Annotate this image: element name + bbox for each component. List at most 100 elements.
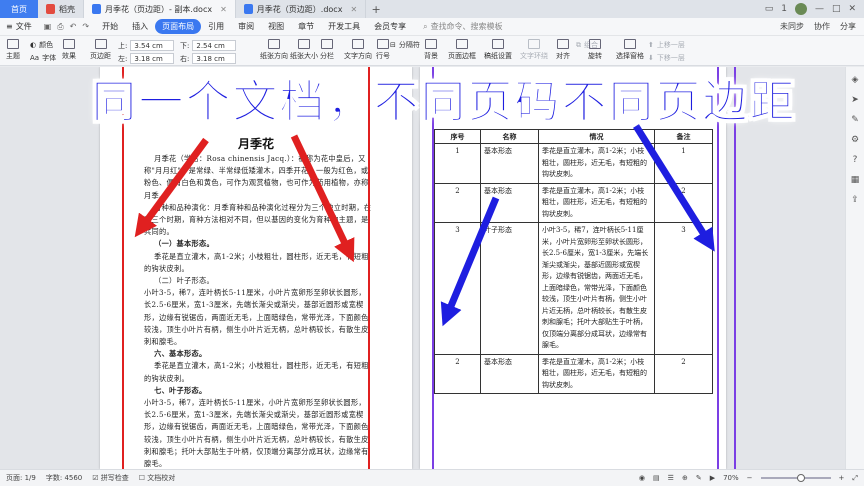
table-row[interactable]: 3 叶子形态 小叶3-5，稀7，连叶柄长5-11厘米，小叶片宽卵形至卵状长圆形，长2… [434, 222, 713, 355]
page-view-icon[interactable]: ▤ [653, 474, 660, 482]
orientation-button[interactable]: 纸张方向 [260, 39, 288, 61]
tab-doc[interactable]: 月季花（页边距）.docx ✕ [236, 0, 367, 18]
fonts-button[interactable]: Aa 字体 [30, 53, 56, 63]
collaborate-button[interactable]: 协作 [814, 21, 830, 32]
sync-status[interactable]: 未同步 [780, 21, 804, 32]
table-row[interactable]: 1 基本形态 季花是直立灌木，高1-2米；小枝粗壮，圆柱形，近无毛，有短粗的钩状皮刺… [434, 143, 713, 184]
paper-size-button[interactable]: 纸张大小 [290, 39, 318, 61]
background-button[interactable]: 背景 [424, 39, 438, 61]
zoom-slider[interactable] [760, 474, 831, 482]
minimize-icon[interactable]: — [815, 4, 824, 14]
rotate-button[interactable]: 旋转 [588, 39, 602, 61]
breaks-button[interactable]: ⊟ 分隔符 [390, 40, 420, 50]
share-button[interactable]: 分享 [840, 21, 856, 32]
fit-page-icon[interactable]: ⤢ [852, 474, 858, 483]
word-count[interactable]: 字数: 4560 [46, 473, 82, 483]
zoom-out-icon[interactable]: − [747, 474, 753, 482]
cell-note[interactable]: 1 [654, 143, 713, 184]
redo-icon[interactable]: ↷ [82, 22, 89, 32]
maximize-icon[interactable]: □ [832, 4, 841, 14]
body-paragraph[interactable]: 六、基本形态。 [144, 348, 372, 360]
cell-no[interactable]: 3 [434, 222, 481, 355]
cell-name[interactable]: 基本形态 [480, 353, 539, 394]
left-margin-input[interactable]: 3.18 cm [130, 53, 175, 64]
spell-check[interactable]: ☑ 拼写检查 [92, 473, 129, 483]
cell-name[interactable]: 基本形态 [480, 143, 539, 184]
cell-desc[interactable]: 季花是直立灌木，高1-2米；小枝粗壮，圆柱形，近无毛，有短粗的钩状皮刺。 [538, 353, 655, 394]
body-paragraph[interactable]: 小叶3-5，稀7，连叶柄长5-11厘米，小叶片宽卵形至卵状长圆形，长2.5-6厘… [144, 287, 372, 348]
send-backward-button[interactable]: ⬇ 下移一层 [648, 53, 685, 63]
play-icon[interactable]: ▶ [710, 474, 715, 482]
body-paragraph[interactable]: 七、叶子形态。 [144, 385, 372, 397]
file-menu[interactable]: ≡ 文件 [0, 21, 38, 32]
tab-daoke[interactable]: 稻壳 [38, 0, 84, 18]
right-margin-input[interactable]: 3.18 cm [192, 53, 237, 64]
paper-setup-button[interactable]: 稿纸设置 [484, 39, 512, 61]
zoom-level[interactable]: 70% [723, 474, 739, 482]
bottom-margin-input[interactable]: 2.54 cm [192, 40, 237, 51]
cell-no[interactable]: 1 [434, 143, 481, 184]
close-icon[interactable]: ✕ [350, 5, 357, 14]
cell-no[interactable]: 2 [434, 182, 481, 223]
left-margin-field[interactable]: 左: 3.18 cm [118, 53, 175, 64]
command-search[interactable]: ⌕ 查找命令、搜索模板 [423, 21, 502, 32]
write-view-icon[interactable]: ✎ [696, 474, 702, 482]
print-icon[interactable]: ⎙ [57, 22, 63, 32]
page-border-button[interactable]: 页面边框 [448, 39, 476, 61]
zoom-slider-knob[interactable] [796, 474, 805, 482]
right-margin-field[interactable]: 右: 3.18 cm [180, 53, 237, 64]
bring-forward-button[interactable]: ⬆ 上移一层 [648, 40, 685, 50]
close-window-icon[interactable]: ✕ [848, 4, 856, 14]
theme-button[interactable]: 主题 [6, 39, 20, 61]
grid-icon[interactable]: ▦ [850, 175, 860, 185]
pen-icon[interactable]: ✎ [850, 115, 860, 125]
cell-name[interactable]: 基本形态 [480, 182, 539, 223]
top-margin-input[interactable]: 3.54 cm [130, 40, 175, 51]
close-icon[interactable]: ✕ [220, 5, 227, 14]
top-margin-field[interactable]: 上: 3.54 cm [118, 40, 175, 51]
body-paragraph[interactable]: 小叶3-5，稀7，连叶柄长5-11厘米，小叶片宽卵形至卵状长圆形，长2.5-6厘… [144, 397, 372, 469]
eye-icon[interactable]: ◉ [639, 474, 645, 482]
menu-start[interactable]: 开始 [95, 19, 125, 34]
cell-desc[interactable]: 季花是直立灌木，高1-2米；小枝粗壮，圆柱形，近无毛，有短粗的钩状皮刺。 [538, 182, 655, 223]
cell-desc[interactable]: 小叶3-5，稀7，连叶柄长5-11厘米，小叶片宽卵形至卵状长圆形，长2.5-6厘… [538, 222, 655, 355]
body-paragraph[interactable]: 月季花（学名：Rosa chinensis Jacq.）：被称为花中皇后，又称"… [144, 153, 372, 202]
menu-insert[interactable]: 插入 [125, 19, 155, 34]
columns-button[interactable]: 分栏 [320, 39, 334, 61]
menu-member[interactable]: 会员专享 [367, 19, 413, 34]
select-pane-button[interactable]: 选择窗格 [616, 39, 644, 61]
avatar[interactable] [794, 3, 807, 15]
plant-table[interactable]: 序号 名称 情况 备注 1 基本形态 季花是直立灌木，高1-2米；小枝粗壮，圆柱形，… [434, 129, 713, 394]
align-button[interactable]: 对齐 [556, 39, 570, 61]
cell-note[interactable]: 3 [654, 222, 713, 355]
cell-note[interactable]: 2 [654, 182, 713, 223]
menu-review[interactable]: 审阅 [231, 19, 261, 34]
bottom-margin-field[interactable]: 下: 2.54 cm [180, 40, 237, 51]
cell-name[interactable]: 叶子形态 [480, 222, 539, 355]
menu-developer[interactable]: 开发工具 [321, 19, 367, 34]
page-counter[interactable]: 页面: 1/9 [6, 473, 36, 483]
cursor-icon[interactable]: ➤ [850, 95, 860, 105]
tab-doc-copy[interactable]: 月季花（页边距）- 副本.docx ✕ [84, 0, 236, 18]
web-view-icon[interactable]: ⊕ [682, 474, 688, 482]
adjust-icon[interactable]: ⚙ [850, 135, 860, 145]
menu-view[interactable]: 视图 [261, 19, 291, 34]
body-paragraph[interactable]: 季花是直立灌木，高1-2米；小枝粗壮，圆柱形，近无毛，有短粗的钩状皮刺。 [144, 360, 372, 384]
menu-section[interactable]: 章节 [291, 19, 321, 34]
outline-view-icon[interactable]: ☰ [668, 474, 674, 482]
format-icon[interactable]: ◈ [850, 75, 860, 85]
table-row[interactable]: 2 基本形态 季花是直立灌木，高1-2米；小枝粗壮，圆柱形，近无毛，有短粗的钩状皮刺… [434, 182, 713, 223]
margins-button[interactable]: 页边距 [90, 39, 111, 61]
effects-button[interactable]: 效果 [62, 39, 76, 61]
menu-page-layout[interactable]: 页面布局 [155, 19, 202, 34]
share-icon[interactable]: ⇪ [850, 195, 860, 205]
body-paragraph[interactable]: 季花是直立灌木，高1-2米；小枝粗壮，圆柱形，近无毛，有短粗的钩状皮刺。 [144, 251, 372, 275]
home-tab[interactable]: 首页 [0, 0, 38, 18]
zoom-in-icon[interactable]: + [839, 474, 845, 482]
layout-icon[interactable]: ▭ [765, 4, 774, 14]
doc-body[interactable]: 月季花（学名：Rosa chinensis Jacq.）：被称为花中皇后，又称"… [144, 153, 372, 469]
line-numbers-button[interactable]: 行号 [376, 39, 390, 61]
text-wrap-button[interactable]: 文字环绕 [520, 39, 548, 61]
save-icon[interactable]: ▣ [44, 22, 52, 32]
body-paragraph[interactable]: （二）叶子形态。 [144, 275, 372, 287]
